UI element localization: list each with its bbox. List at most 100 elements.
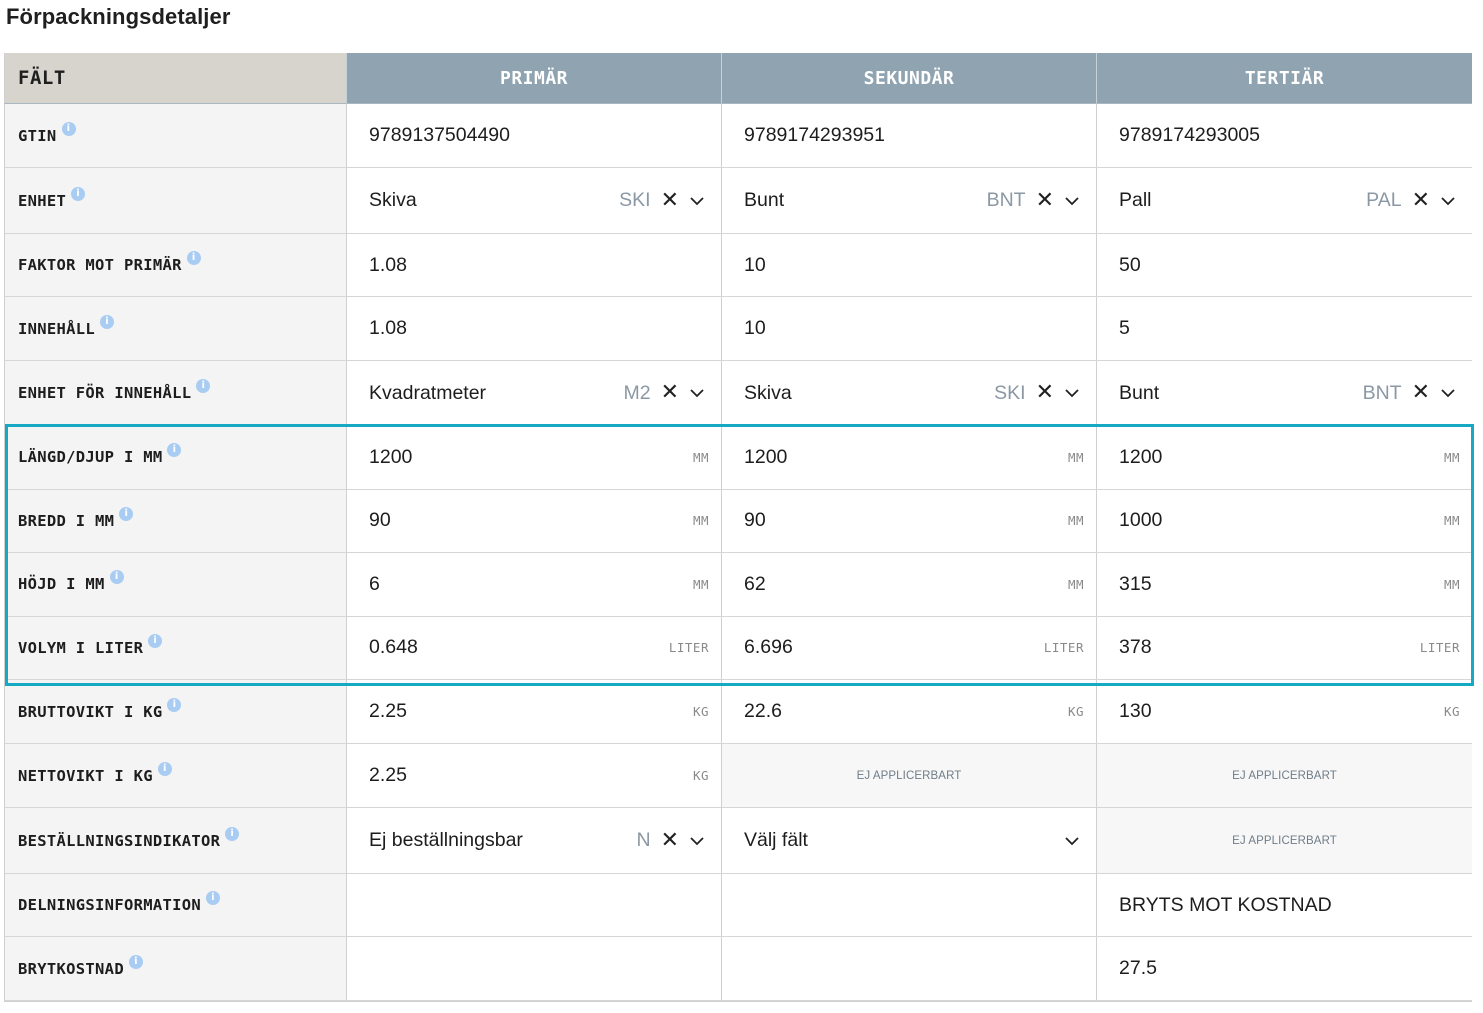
column-header-primary: PRIMÄR [346,53,721,104]
unit-code: PAL [1366,189,1402,211]
hojd-secondary-input[interactable]: 62 MM [721,553,1096,617]
close-icon[interactable]: ✕ [1412,189,1430,212]
unit-label: LITER [1419,640,1460,656]
unit-code: N [636,829,651,851]
hojd-tertiary-input[interactable]: 315 MM [1096,553,1472,617]
row-label-delningsinformation: DELNINGSINFORMATION i [4,874,346,937]
unit-label: MM [1443,513,1460,529]
unit-label: KG [692,704,709,719]
langd-tertiary-input[interactable]: 1200 MM [1096,426,1472,490]
chevron-down-icon[interactable] [1064,385,1080,401]
faktor-primary-input[interactable]: 1.08 [346,234,721,297]
unit-label: LITER [1043,640,1084,656]
volym-secondary-input[interactable]: 6.696 LITER [721,616,1096,680]
gtin-tertiary-input[interactable]: 9789174293005 [1096,104,1472,168]
info-icon[interactable]: i [71,186,86,201]
row-label-volym: VOLYM I LITER i [4,616,346,680]
faktor-secondary-input[interactable]: 10 [721,234,1096,297]
faktor-tertiary-input[interactable]: 50 [1096,234,1472,297]
bruttovikt-primary-input[interactable]: 2.25 KG [346,680,721,744]
unit-code: M2 [623,381,651,404]
info-icon[interactable]: i [206,891,221,905]
close-icon[interactable]: ✕ [661,829,679,852]
chevron-down-icon[interactable] [1440,193,1456,209]
langd-secondary-input[interactable]: 1200 MM [721,426,1096,490]
delning-secondary-cell [721,874,1096,937]
unit-code: BNT [1362,381,1402,404]
brytkostnad-secondary-cell [721,937,1096,1001]
close-icon[interactable]: ✕ [1412,382,1430,404]
gtin-primary-input[interactable]: 9789137504490 [346,104,721,168]
close-icon[interactable]: ✕ [1036,382,1054,404]
bredd-tertiary-input[interactable]: 1000 MM [1096,489,1472,553]
unit-label: LITER [668,640,709,656]
chevron-down-icon[interactable] [1440,385,1456,401]
nettovikt-primary-input[interactable]: 2.25 KG [346,744,721,808]
info-icon[interactable]: i [61,121,76,136]
not-applicable-badge: EJ APPLICERBART [1096,808,1472,874]
chevron-down-icon[interactable] [689,833,705,849]
enhet-secondary-select[interactable]: Bunt BNT ✕ [721,168,1096,234]
row-label-enhet-for-innehall: ENHET FÖR INNEHÅLL i [4,361,346,426]
bredd-secondary-input[interactable]: 90 MM [721,489,1096,553]
brytkostnad-tertiary-input[interactable]: 27.5 [1096,937,1472,1001]
enhet-tertiary-select[interactable]: Pall PAL ✕ [1096,168,1472,234]
bruttovikt-tertiary-input[interactable]: 130 KG [1096,680,1472,744]
delning-tertiary-input[interactable]: BRYTS MOT KOSTNAD [1096,874,1472,937]
unit-label: MM [692,449,709,465]
enhet-primary-select[interactable]: Skiva SKI ✕ [346,168,721,234]
volym-tertiary-input[interactable]: 378 LITER [1096,616,1472,680]
langd-primary-input[interactable]: 1200 MM [346,426,721,490]
gtin-secondary-input[interactable]: 9789174293951 [721,104,1096,168]
info-icon[interactable]: i [148,633,163,648]
close-icon[interactable]: ✕ [661,382,679,404]
unit-label: MM [692,576,709,592]
unit-label: MM [1067,576,1084,592]
innehall-tertiary-input[interactable]: 5 [1096,297,1472,361]
enhet-innehall-tertiary-select[interactable]: Bunt BNT ✕ [1096,361,1472,426]
close-icon[interactable]: ✕ [661,189,679,212]
unit-label: KG [1067,704,1084,719]
enhet-innehall-primary-select[interactable]: Kvadratmeter M2 ✕ [346,361,721,426]
not-applicable-badge: EJ APPLICERBART [721,744,1096,808]
row-label-gtin: GTIN i [4,104,346,168]
close-icon[interactable]: ✕ [1036,189,1054,212]
info-icon[interactable]: i [225,826,240,841]
chevron-down-icon[interactable] [689,193,705,209]
info-icon[interactable]: i [128,954,143,969]
brytkostnad-primary-cell [346,937,721,1001]
bestallning-secondary-select[interactable]: Välj fält [721,808,1096,874]
unit-code: BNT [986,189,1026,211]
innehall-secondary-input[interactable]: 10 [721,297,1096,361]
bestallning-primary-select[interactable]: Ej beställningsbar N ✕ [346,808,721,874]
info-icon[interactable]: i [196,379,211,393]
row-label-faktor-mot-primar: FAKTOR MOT PRIMÄR i [4,234,346,297]
chevron-down-icon[interactable] [689,385,705,401]
enhet-innehall-secondary-select[interactable]: Skiva SKI ✕ [721,361,1096,426]
page-title: Förpackningsdetaljer [6,4,231,29]
unit-code: SKI [619,189,651,211]
info-icon[interactable]: i [100,314,115,329]
packaging-details-table: FÄLT PRIMÄR SEKUNDÄR TERTIÄR GTIN i 97891… [4,53,1472,1002]
innehall-primary-input[interactable]: 1.08 [346,297,721,361]
column-header-field: FÄLT [4,53,346,104]
info-icon[interactable]: i [186,251,201,265]
bruttovikt-secondary-input[interactable]: 22.6 KG [721,680,1096,744]
info-icon[interactable]: i [109,570,124,585]
row-label-nettovikt: NETTOVIKT I KG i [4,744,346,808]
info-icon[interactable]: i [119,506,134,521]
chevron-down-icon[interactable] [1064,193,1080,209]
chevron-down-icon[interactable] [1064,833,1080,849]
volym-primary-input[interactable]: 0.648 LITER [346,616,721,680]
bredd-primary-input[interactable]: 90 MM [346,489,721,553]
column-header-tertiary: TERTIÄR [1096,53,1472,104]
row-label-brytkostnad: BRYTKOSTNAD i [4,937,346,1001]
info-icon[interactable]: i [167,443,182,458]
unit-label: KG [1443,704,1460,719]
info-icon[interactable]: i [167,697,182,712]
info-icon[interactable]: i [157,761,172,776]
row-label-hojd: HÖJD I MM i [4,553,346,617]
unit-label: MM [1067,449,1084,465]
unit-label: KG [692,768,709,783]
hojd-primary-input[interactable]: 6 MM [346,553,721,617]
